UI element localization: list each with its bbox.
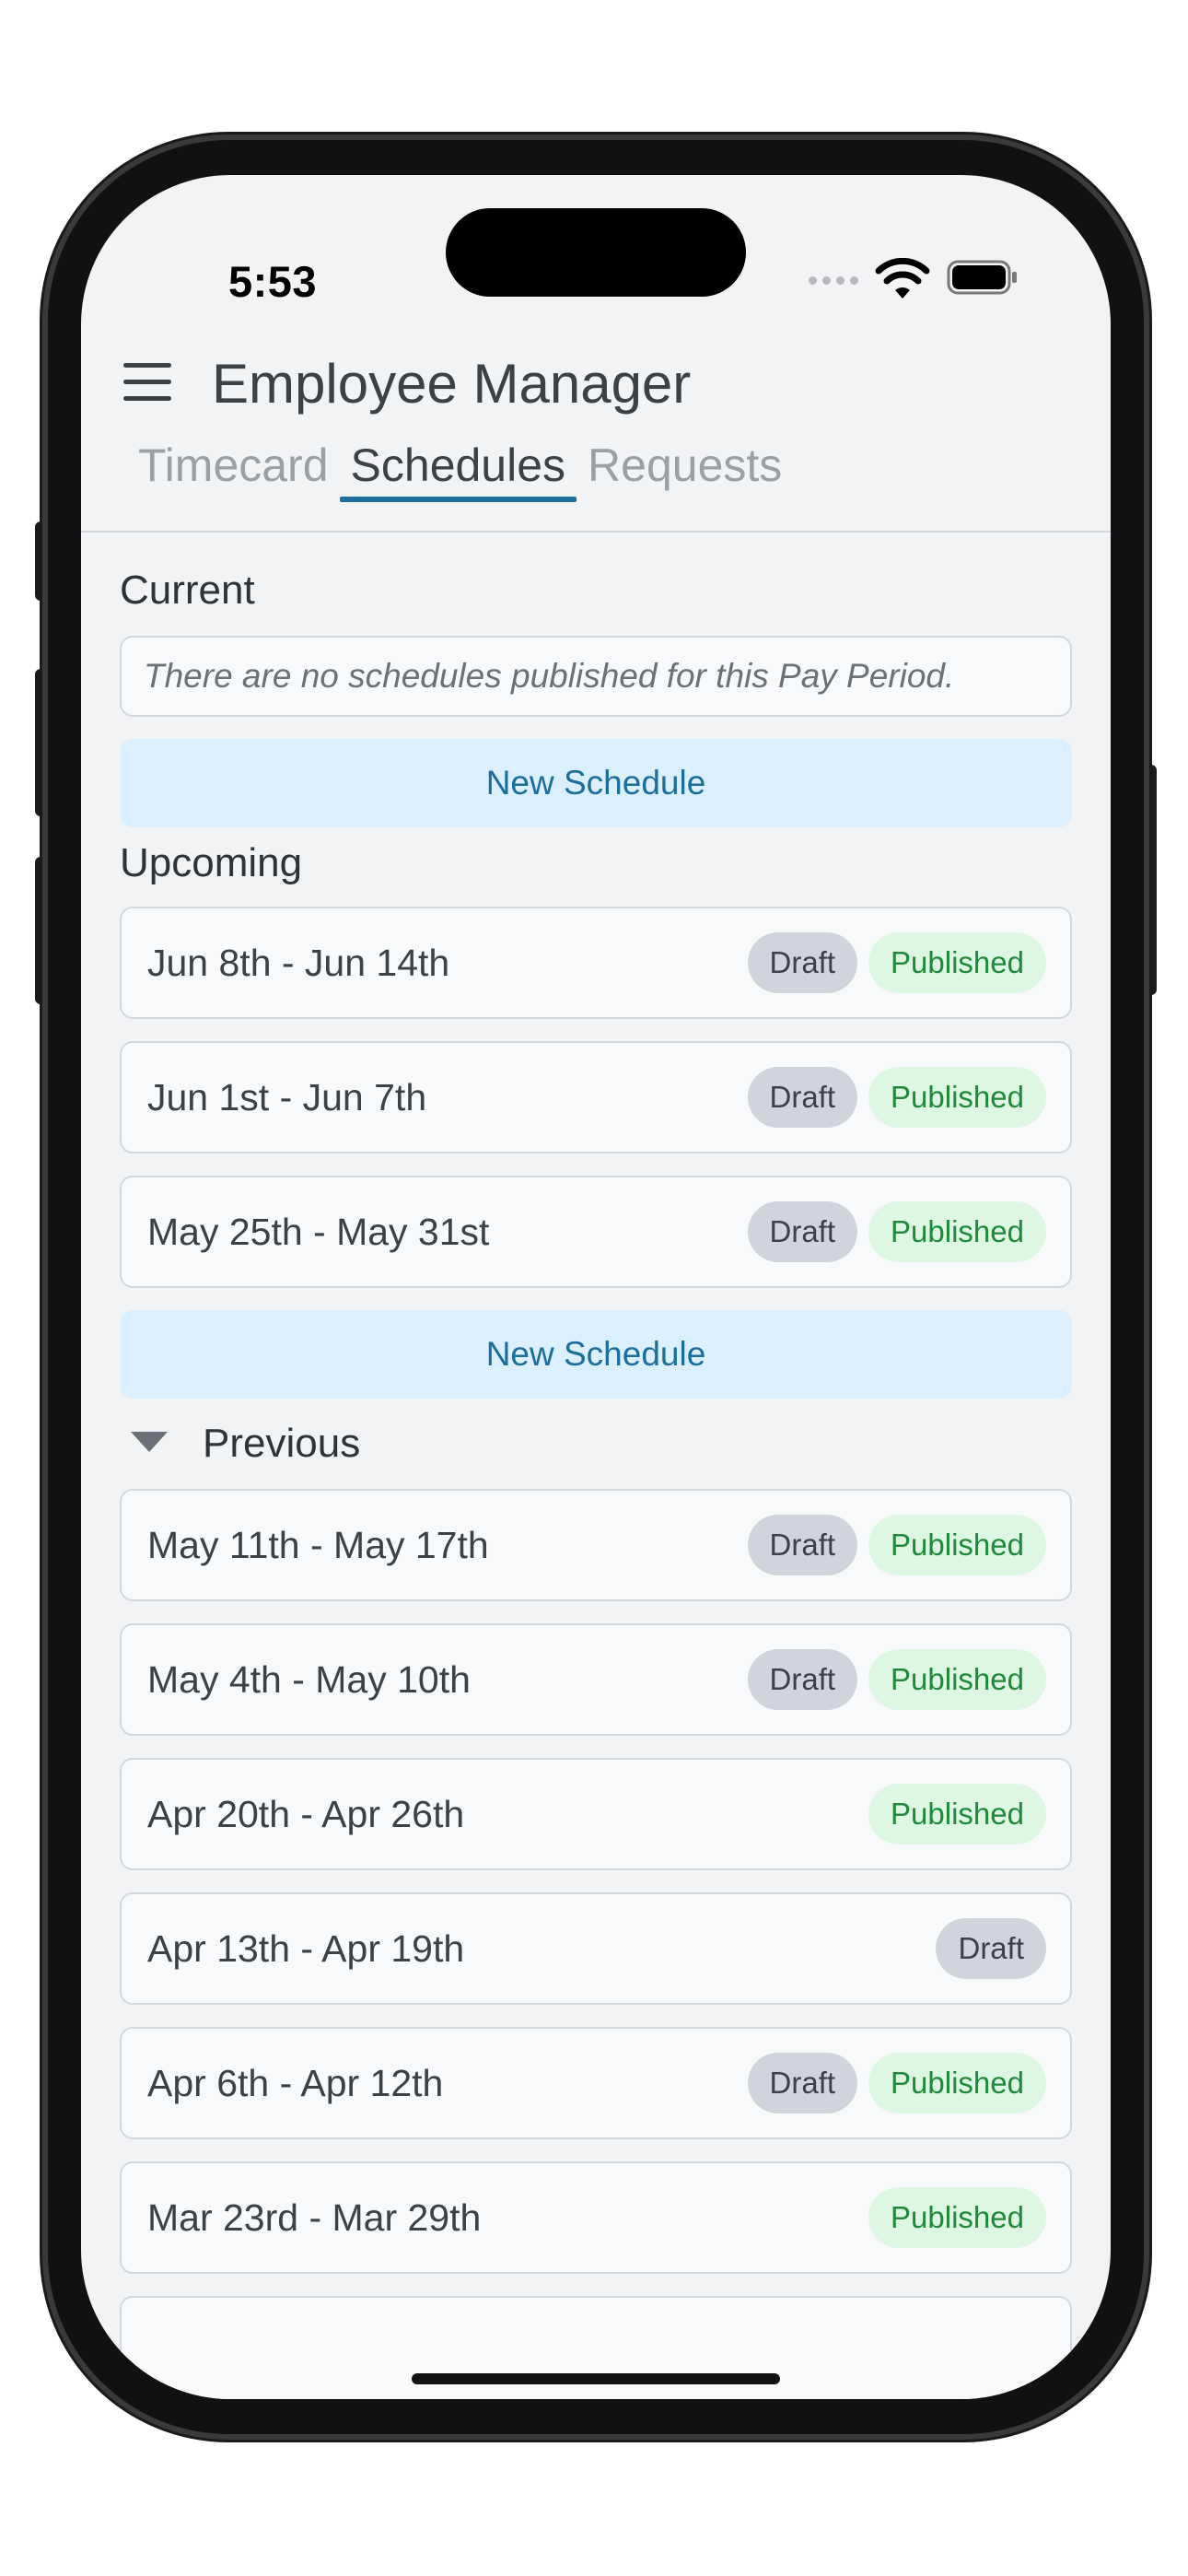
app-header: Employee Manager Timecard Schedules Requ…	[81, 313, 1111, 502]
published-badge: Published	[868, 1201, 1046, 1262]
published-badge: Published	[868, 2053, 1046, 2113]
status-badges: Draft Published	[747, 1491, 1046, 1599]
home-indicator	[412, 2373, 780, 2384]
schedule-row[interactable]: May 25th - May 31st Draft Published	[120, 1176, 1072, 1288]
schedule-date-range: Jun 8th - Jun 14th	[147, 942, 450, 984]
previous-schedule-list: May 11th - May 17th Draft Published May 4th…	[120, 1489, 1072, 2399]
hamburger-menu-icon[interactable]	[123, 363, 171, 404]
status-badges: Draft Published	[747, 1043, 1046, 1152]
draft-badge: Draft	[747, 1649, 858, 1710]
schedule-row[interactable]: Apr 20th - Apr 26th Published	[120, 1758, 1072, 1870]
schedule-row[interactable]: Apr 13th - Apr 19th Draft	[120, 1892, 1072, 2005]
published-badge: Published	[868, 932, 1046, 993]
phone-frame: 5:53 Employee Manager Timecard Schedules…	[48, 140, 1144, 2434]
draft-badge: Draft	[936, 1918, 1046, 1979]
schedule-row[interactable]: May 11th - May 17th Draft Published	[120, 1489, 1072, 1601]
section-title-previous: Previous	[203, 1421, 361, 1466]
upcoming-schedule-list: Jun 8th - Jun 14th Draft Published Jun 1st …	[120, 907, 1072, 1288]
schedule-row[interactable]: Mar 23rd - Mar 29th Published	[120, 2161, 1072, 2274]
action-button	[35, 521, 48, 601]
status-badges: Published	[868, 2163, 1046, 2272]
schedules-content: Current There are no schedules published…	[120, 562, 1072, 2399]
no-schedules-message: There are no schedules published for thi…	[120, 636, 1072, 717]
status-badges: Published	[868, 1760, 1046, 1868]
draft-badge: Draft	[747, 2053, 858, 2113]
tab-bar: Timecard Schedules Requests	[127, 438, 793, 502]
schedule-date-range: May 11th - May 17th	[147, 1524, 489, 1566]
new-schedule-button-upcoming[interactable]: New Schedule	[120, 1310, 1072, 1399]
schedule-date-range: Apr 13th - Apr 19th	[147, 1927, 465, 1970]
published-badge: Published	[868, 1649, 1046, 1710]
published-badge: Published	[868, 2187, 1046, 2248]
tab-timecard[interactable]: Timecard	[127, 438, 340, 502]
draft-badge: Draft	[747, 1067, 858, 1128]
status-badges: Draft Published	[747, 2029, 1046, 2137]
wifi-icon	[875, 258, 930, 299]
previous-section-toggle[interactable]: Previous	[120, 1411, 1072, 1476]
schedule-date-range: Mar 23rd - Mar 29th	[147, 2196, 482, 2239]
status-badges: Draft Published	[747, 908, 1046, 1017]
status-badges: Draft Published	[747, 1625, 1046, 1734]
draft-badge: Draft	[747, 1515, 858, 1575]
status-bar: 5:53	[81, 175, 1111, 313]
volume-down-button	[35, 857, 48, 1004]
schedule-date-range: May 4th - May 10th	[147, 1658, 471, 1701]
published-badge: Published	[868, 1515, 1046, 1575]
status-time: 5:53	[228, 257, 318, 306]
triangle-down-icon[interactable]	[131, 1432, 168, 1452]
tab-schedules[interactable]: Schedules	[339, 438, 577, 502]
draft-badge: Draft	[747, 932, 858, 993]
phone-screen: 5:53 Employee Manager Timecard Schedules…	[81, 175, 1111, 2399]
app-title: Employee Manager	[212, 353, 692, 415]
header-divider	[81, 531, 1111, 533]
section-title-current: Current	[120, 568, 255, 613]
cellular-signal-icon	[809, 276, 858, 285]
schedule-date-range: Apr 6th - Apr 12th	[147, 2062, 444, 2104]
schedule-date-range: May 25th - May 31st	[147, 1211, 490, 1253]
section-title-upcoming: Upcoming	[120, 840, 303, 885]
schedule-date-range: Jun 1st - Jun 7th	[147, 1076, 427, 1118]
dynamic-island	[446, 208, 746, 297]
schedule-row[interactable]: Jun 1st - Jun 7th Draft Published	[120, 1041, 1072, 1153]
volume-up-button	[35, 669, 48, 816]
power-button	[1144, 765, 1157, 995]
status-badges: Draft Published	[747, 1177, 1046, 1286]
draft-badge: Draft	[747, 1201, 858, 1262]
battery-icon	[947, 260, 1017, 295]
status-badges: Draft	[936, 1894, 1046, 2003]
tab-requests[interactable]: Requests	[577, 438, 793, 502]
schedule-row[interactable]: Apr 6th - Apr 12th Draft Published	[120, 2027, 1072, 2139]
schedule-row[interactable]: May 4th - May 10th Draft Published	[120, 1623, 1072, 1736]
published-badge: Published	[868, 1784, 1046, 1844]
schedule-date-range: Apr 20th - Apr 26th	[147, 1793, 465, 1835]
published-badge: Published	[868, 1067, 1046, 1128]
new-schedule-button-current[interactable]: New Schedule	[120, 739, 1072, 827]
schedule-row[interactable]: Jun 8th - Jun 14th Draft Published	[120, 907, 1072, 1019]
